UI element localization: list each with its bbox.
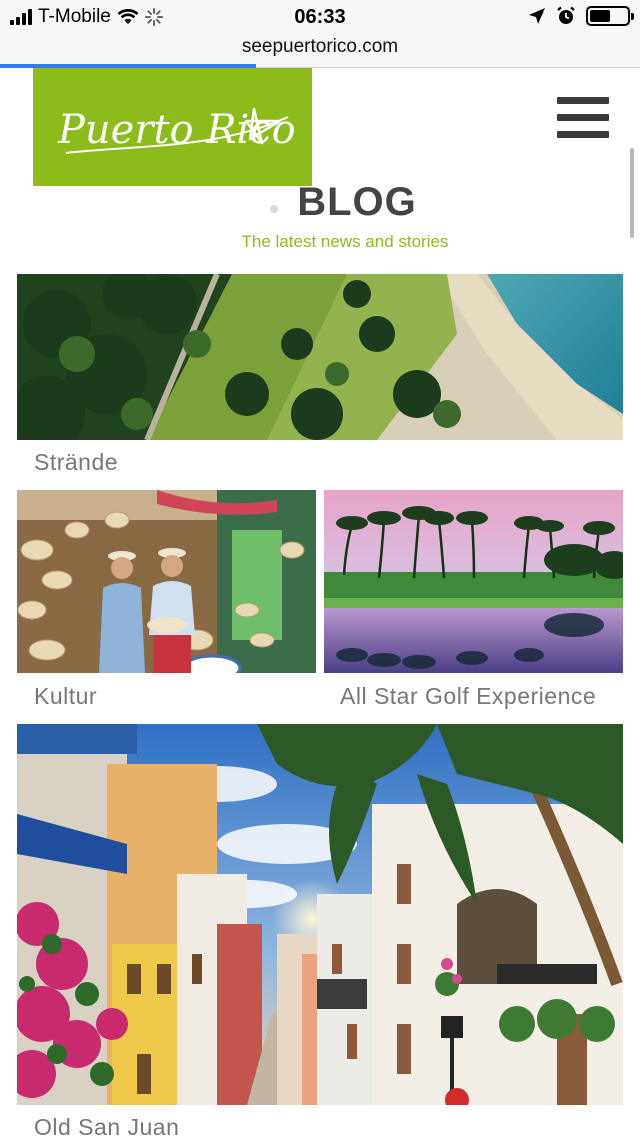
post-image-golf[interactable] [324, 490, 623, 673]
post-caption-golf[interactable]: All Star Golf Experience [340, 683, 596, 710]
address-bar-url[interactable]: seepuertorico.com [0, 36, 640, 58]
location-arrow-icon [529, 8, 545, 24]
page-subtitle: The latest news and stories [241, 232, 449, 251]
alarm-clock-icon [557, 6, 575, 24]
battery-icon [586, 6, 634, 26]
hamburger-menu-button[interactable] [557, 97, 609, 138]
post-caption-old-san-juan[interactable]: Old San Juan [34, 1114, 179, 1138]
browser-status-bar: T-Mobile 06:33 seepuertorico.com [0, 0, 640, 68]
post-caption-beaches[interactable]: Strände [34, 449, 118, 476]
post-image-old-san-juan[interactable] [17, 724, 623, 1105]
post-image-culture[interactable] [17, 490, 316, 673]
hamburger-icon [557, 97, 609, 104]
status-icons [528, 6, 634, 26]
puerto-rico-logo[interactable]: Puerto Rico [33, 68, 312, 186]
post-caption-culture[interactable]: Kultur [34, 683, 97, 710]
page-title: BLOG [297, 180, 417, 224]
post-image-beaches[interactable] [17, 274, 623, 440]
